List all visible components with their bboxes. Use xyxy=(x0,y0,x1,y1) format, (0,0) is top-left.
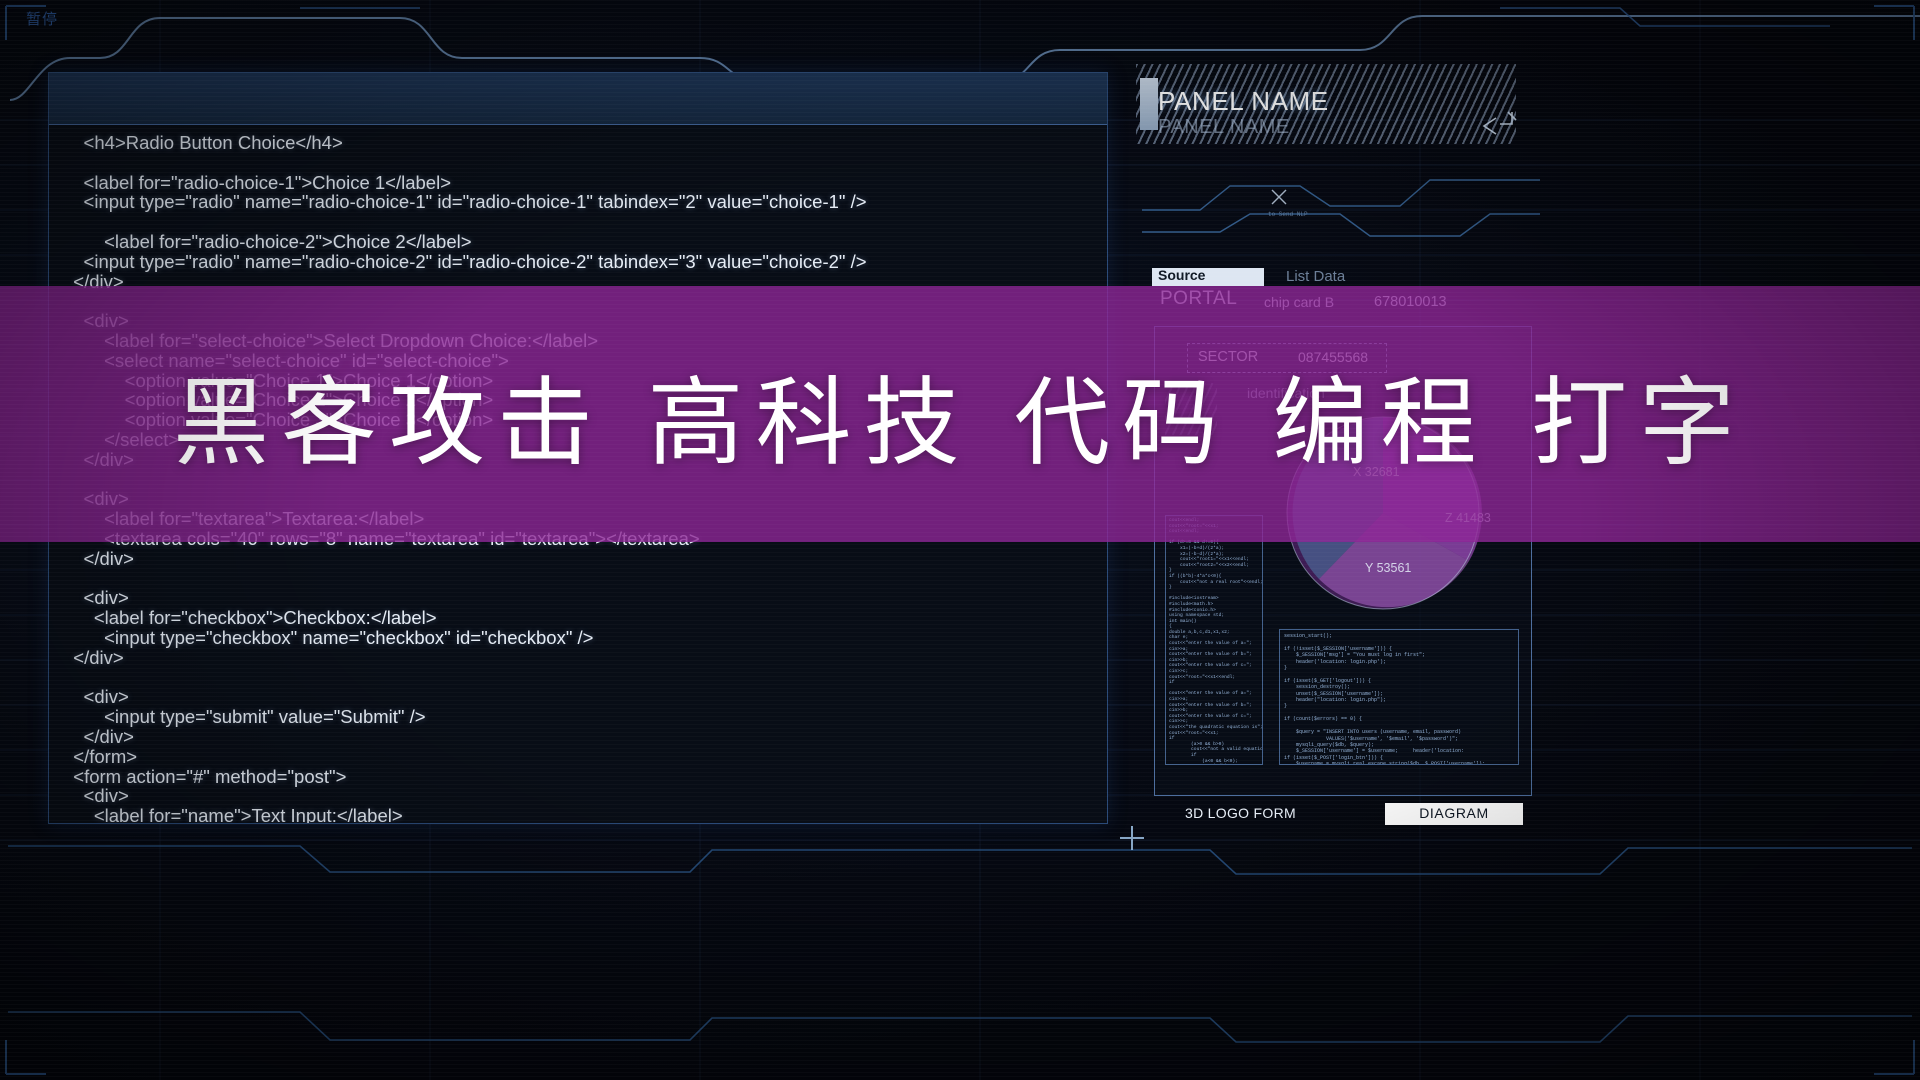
code-line: <div> xyxy=(63,587,129,609)
code-line: <label for="name">Text Input:</label> xyxy=(63,805,403,823)
micro-code-left-box: cout<<endl; cout<<"root="<<x1; cout<<end… xyxy=(1165,515,1263,765)
panel-name-title: PANEL NAME xyxy=(1158,86,1329,116)
source-label: Source xyxy=(1158,267,1206,283)
code-line: <input type="submit" value="Submit" /> xyxy=(63,706,426,728)
code-line: <form action="#" method="post"> xyxy=(63,765,347,787)
hud-scene: to Send NLP 暂停 <h4>Radio Button Choice</… xyxy=(0,0,1920,1080)
code-line: <label for="radio-choice-2">Choice 2</la… xyxy=(63,230,472,252)
micro-code-right: session_start(); if (!isset($_SESSION['u… xyxy=(1284,633,1486,765)
overlay-title-text: 黑客攻击 高科技 代码 编程 打字 xyxy=(172,366,1748,479)
code-line: <label for="checkbox">Checkbox:</label> xyxy=(63,607,437,629)
diagram-button[interactable]: DIAGRAM xyxy=(1385,803,1523,825)
panel-subtitle: PANEL NAME xyxy=(1158,116,1290,138)
diagram-button-label: DIAGRAM xyxy=(1419,805,1489,821)
micro-code-right-box: session_start(); if (!isset($_SESSION['u… xyxy=(1279,629,1519,765)
code-line: </div> xyxy=(63,646,124,668)
code-window-titlebar xyxy=(49,73,1107,125)
code-line: <div> xyxy=(63,785,129,807)
code-line: </div> xyxy=(63,547,134,569)
donut-label-y: Y 53561 xyxy=(1365,561,1412,575)
list-data-label: List Data xyxy=(1286,268,1346,285)
code-line: </form> xyxy=(63,745,138,767)
code-line: <label for="radio-choice-1">Choice 1</la… xyxy=(63,171,451,193)
panel-tab-handle[interactable] xyxy=(1140,78,1158,130)
code-line: <div> xyxy=(63,686,129,708)
code-line: <input type="checkbox" name="checkbox" i… xyxy=(63,626,594,648)
panel-header: PANEL NAME PANEL NAME xyxy=(1136,64,1516,144)
code-line: <input type="radio" name="radio-choice-1… xyxy=(63,191,867,213)
pause-status-label: 暂停 xyxy=(26,10,59,28)
logo-form-label: 3D LOGO FORM xyxy=(1185,805,1296,821)
code-line: <h4>Radio Button Choice</h4> xyxy=(63,132,343,153)
code-line: </div> xyxy=(63,725,134,747)
code-line: <input type="radio" name="radio-choice-2… xyxy=(63,250,867,272)
micro-code-left: cout<<endl; cout<<"root="<<x1; cout<<end… xyxy=(1169,518,1263,764)
